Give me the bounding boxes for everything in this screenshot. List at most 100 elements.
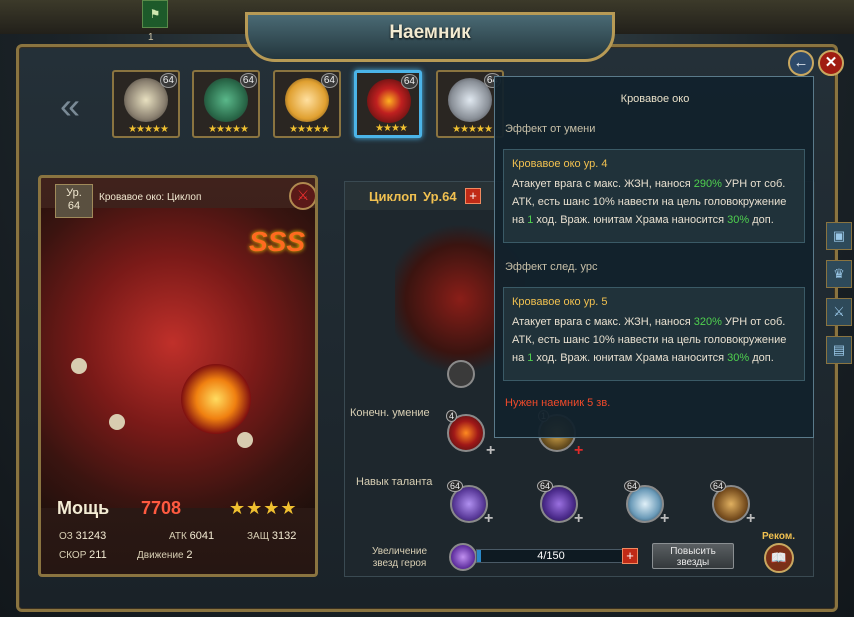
hero-card: Ур. 64 Кровавое око: Циклоп ⚔ SSS Мощь 7… xyxy=(38,175,318,577)
page-title: Наемник xyxy=(389,22,471,43)
next-line-3-a: на xyxy=(512,352,528,364)
hero-stars: ★★★★★ xyxy=(289,124,330,135)
current-line-1: Атакует врага с макс. ЖЗН, нанося 290% У… xyxy=(512,178,785,190)
card-level-label: Ур. xyxy=(66,187,82,199)
guild-flag-icon[interactable]: ⚑ xyxy=(142,0,168,28)
talent-upgrade-plus-icon[interactable]: + xyxy=(484,510,493,528)
tooltip-next-label: Эффект след. урс xyxy=(505,261,598,273)
next-line-1-a: Атакует врага с макс. ЖЗН, нанося xyxy=(512,316,694,328)
current-line-3-b: ход. Враж. юнитам Храма наносится xyxy=(533,214,728,226)
star-progress-bar: 4/150 xyxy=(476,549,624,563)
current-skill-title: Кровавое око ур. 4 xyxy=(512,158,608,170)
side-tab-book-icon[interactable]: ▤ xyxy=(826,336,852,364)
card-level-badge: Ур. 64 xyxy=(55,184,93,218)
star-increase-label-2: звезд героя xyxy=(372,558,427,569)
hero-stars: ★★★★★ xyxy=(128,124,169,135)
next-line-2: АТК, есть шанс 10% навести на цель голов… xyxy=(512,334,787,346)
recommend-book-icon[interactable]: 📖 xyxy=(764,543,794,573)
next-line-1: Атакует врага с макс. ЖЗН, нанося 320% У… xyxy=(512,316,785,328)
next-line-3: на 1 ход. Враж. юнитам Храма наносится 3… xyxy=(512,352,774,364)
hero-stars: ★★★★ xyxy=(375,123,408,134)
talent-skill-level: 64 xyxy=(624,480,641,492)
level-up-plus-icon[interactable]: + xyxy=(465,188,481,204)
current-line-1-b: УРН от соб. xyxy=(721,178,786,190)
current-damage-pct: 290% xyxy=(693,178,722,190)
talent-skill-level: 64 xyxy=(447,480,464,492)
hero-portrait[interactable]: 64 ★★★★★ xyxy=(112,70,180,138)
hero-level: 64 xyxy=(400,74,418,89)
back-button[interactable]: ← xyxy=(788,50,814,76)
hero-level: 64 xyxy=(320,73,338,88)
card-level-value: 64 xyxy=(67,200,81,212)
cyclops-eye xyxy=(181,364,251,434)
hero-portrait[interactable]: 64 ★★★★★ xyxy=(273,70,341,138)
talent-upgrade-plus-icon[interactable]: + xyxy=(660,510,669,528)
talent-skill-level: 64 xyxy=(537,480,554,492)
side-tab-info-icon[interactable]: ▣ xyxy=(826,222,852,250)
talent-skill-level: 64 xyxy=(710,480,727,492)
star-add-plus-icon[interactable]: + xyxy=(622,548,638,564)
ultimate-label: Конечн. умение xyxy=(350,407,430,419)
raise-stars-label-1: Повысить xyxy=(670,546,716,557)
stat-hp-label: ОЗ xyxy=(59,531,73,542)
next-line-3-b: ход. Враж. юнитам Храма наносится xyxy=(533,352,728,364)
star-progress-text: 4/150 xyxy=(537,550,565,562)
side-tab-sword-icon[interactable]: ⚔ xyxy=(826,298,852,326)
card-hero-name: Кровавое око: Циклоп xyxy=(99,192,202,203)
ultimate-upgrade-plus-icon[interactable]: + xyxy=(486,442,495,460)
hero-name: Циклоп xyxy=(369,189,418,204)
next-skill-title: Кровавое око ур. 5 xyxy=(512,296,608,308)
current-bonus-pct: 30% xyxy=(727,214,750,226)
stat-move-value: 2 xyxy=(186,549,193,561)
tooltip-requirement: Нужен наемник 5 зв. xyxy=(505,397,611,409)
close-button[interactable]: ✕ xyxy=(818,50,844,76)
top-count: 1 xyxy=(148,32,154,43)
raise-stars-label-2: звезды xyxy=(676,557,710,568)
next-bonus-pct: 30% xyxy=(727,352,750,364)
double-chevron-left-icon[interactable]: « xyxy=(60,88,80,124)
stat-def-value: 3132 xyxy=(271,530,297,542)
power-label: Мощь xyxy=(57,498,110,518)
hero-level: 64 xyxy=(239,73,257,88)
stat-hp: ОЗ 31243 xyxy=(59,530,106,542)
next-damage-pct: 320% xyxy=(693,316,722,328)
stat-move: Движение 2 xyxy=(137,549,193,561)
stat-move-label: Движение xyxy=(137,550,184,561)
current-line-3-c: доп. xyxy=(749,214,774,226)
tooltip-next-box: Кровавое око ур. 5 Атакует врага с макс.… xyxy=(503,287,805,381)
ultimate-2-upgrade-plus-icon[interactable]: + xyxy=(574,442,583,460)
skull-decoration xyxy=(109,414,125,430)
stat-atk-value: 6041 xyxy=(189,530,215,542)
power-value: 7708 xyxy=(141,498,182,518)
skull-decoration xyxy=(237,432,253,448)
next-line-3-c: доп. xyxy=(749,352,774,364)
skin-icon[interactable] xyxy=(447,360,475,388)
hero-level: 64 xyxy=(159,73,177,88)
tooltip-current-label: Эффект от умени xyxy=(505,123,596,135)
mercenary-screen: ⚑ 1 Наемник ← ✕ « 64 ★★★★★ 64 ★★★★★ 64 ★… xyxy=(0,0,854,617)
ultimate-skill-level: 4 xyxy=(446,410,458,422)
stat-atk: АТК 6041 xyxy=(169,530,214,542)
talent-upgrade-plus-icon[interactable]: + xyxy=(746,510,755,528)
stat-speed-value: 211 xyxy=(89,549,107,561)
stat-atk-label: АТК xyxy=(169,531,187,542)
raise-stars-button[interactable]: Повысить звезды xyxy=(652,543,734,569)
rank-badge: SSS xyxy=(249,226,306,257)
star-increase-label: Увеличение звезд героя xyxy=(372,546,427,570)
equipment-icon[interactable]: ⚔ xyxy=(289,182,315,210)
next-line-1-b: УРН от соб. xyxy=(721,316,786,328)
star-increase-label-1: Увеличение xyxy=(372,546,428,557)
hero-portrait[interactable]: 64 ★★★★★ xyxy=(192,70,260,138)
stat-def: ЗАЩ 3132 xyxy=(247,530,296,542)
hero-portrait-selected[interactable]: 64 ★★★★ xyxy=(354,70,422,138)
hero-level: Ур.64 xyxy=(423,189,457,204)
card-stars: ★★★★ xyxy=(229,498,298,518)
talent-upgrade-plus-icon[interactable]: + xyxy=(574,510,583,528)
current-line-3: на 1 ход. Враж. юнитам Храма наносится 3… xyxy=(512,214,774,226)
stat-def-label: ЗАЩ xyxy=(247,531,270,542)
stat-speed-label: СКОР xyxy=(59,550,87,561)
tooltip-current-box: Кровавое око ур. 4 Атакует врага с макс.… xyxy=(503,149,805,243)
current-line-3-a: на xyxy=(512,214,528,226)
skull-decoration xyxy=(71,358,87,374)
side-tab-crown-icon[interactable]: ♛ xyxy=(826,260,852,288)
